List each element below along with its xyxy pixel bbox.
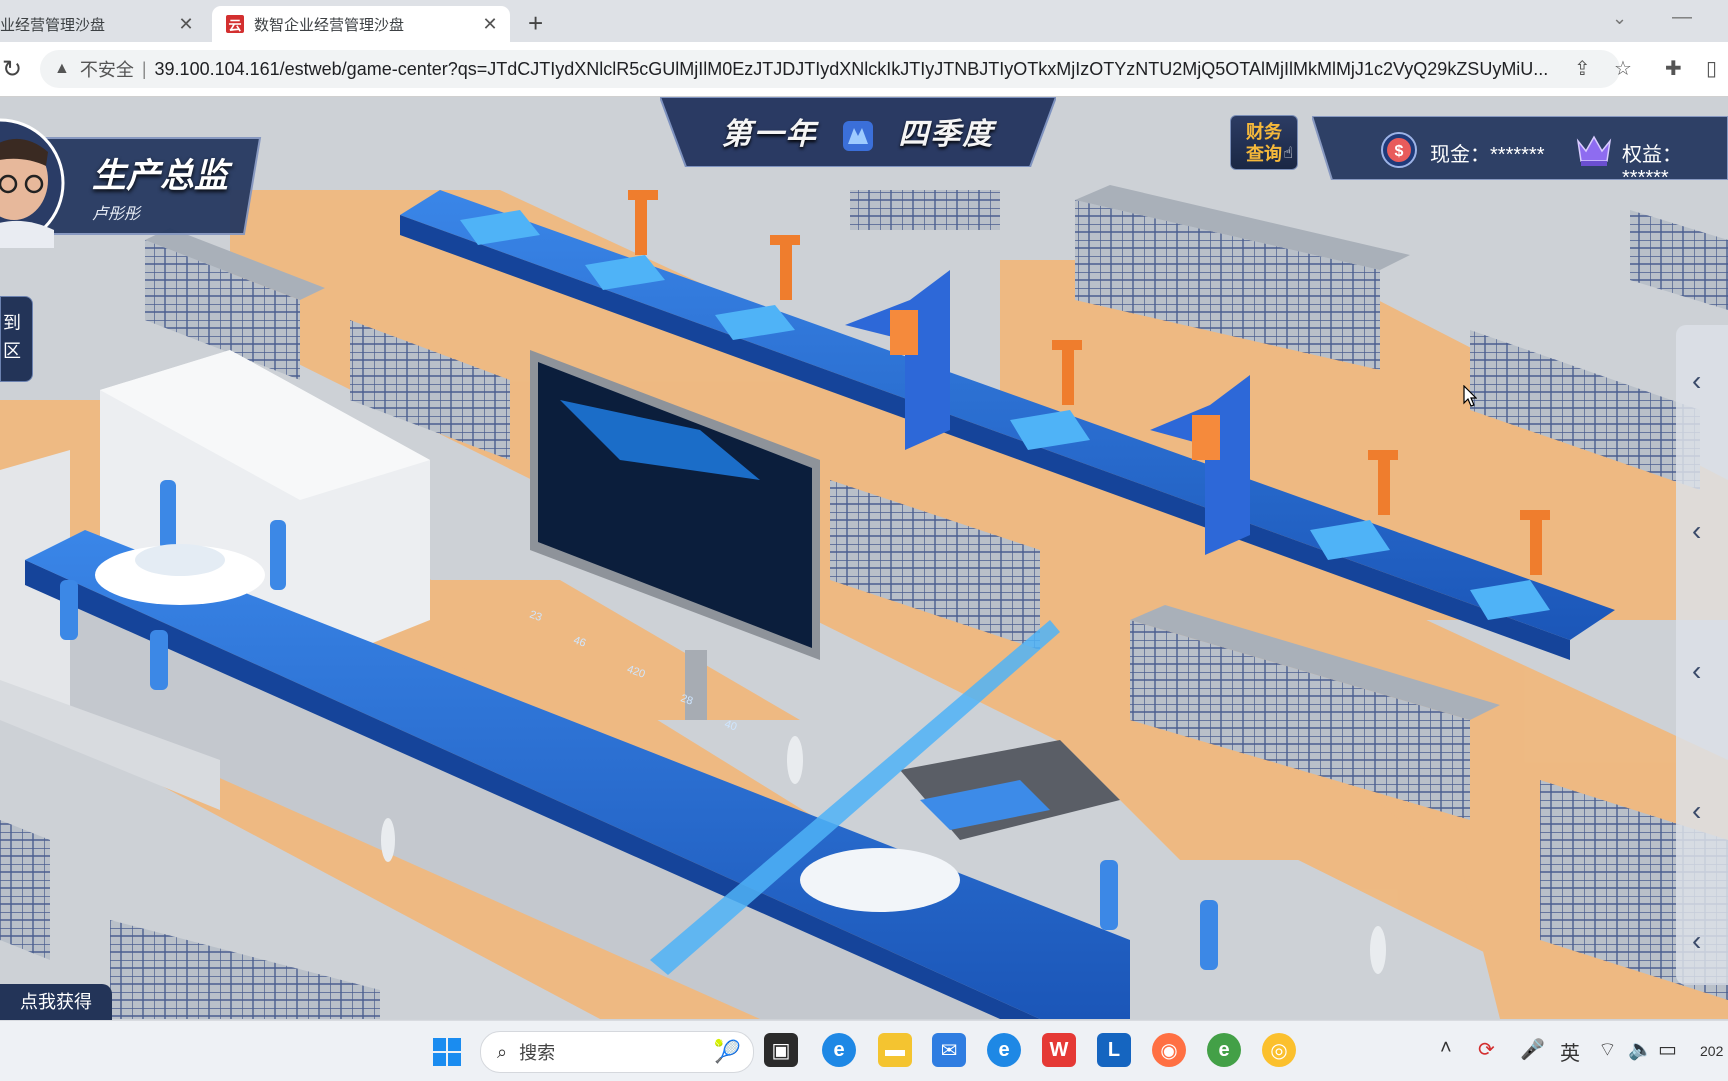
task-view-icon[interactable]: ▣ [764, 1033, 798, 1067]
tab-search-chevron-icon[interactable]: ⌄ [1612, 8, 1627, 29]
warning-icon[interactable]: ▲ [54, 60, 70, 78]
wps-office-icon[interactable]: W [1042, 1033, 1076, 1067]
edge-browser-icon[interactable]: e [822, 1033, 856, 1067]
finance-label-line1: 财务 [1246, 122, 1282, 142]
player-name: 卢彤彤 [92, 206, 141, 223]
avatar[interactable] [0, 118, 66, 248]
lenovo-app-icon[interactable]: L [1097, 1033, 1131, 1067]
chevron-left-icon[interactable]: ‹ [1692, 365, 1701, 397]
left-side-tab[interactable]: 到 区 [0, 296, 33, 382]
search-icon: ⌕ [497, 1041, 508, 1062]
role-title: 生产总监 [92, 157, 228, 195]
dragon-emblem-icon [843, 121, 873, 152]
address-separator: | [141, 58, 147, 79]
cash-value: 现金：******* [1430, 144, 1545, 166]
claim-reward-button[interactable]: 点我获得 [0, 984, 112, 1020]
billboard-number: 420 [625, 663, 647, 681]
finance-label-line2: 查询 [1246, 144, 1282, 164]
tab-close-icon[interactable]: ✕ [174, 14, 198, 35]
volume-icon[interactable]: 🔈 [1628, 1037, 1653, 1062]
chevron-left-icon[interactable]: ‹ [1692, 925, 1701, 957]
tab-favicon-icon: 云 [226, 15, 244, 33]
tennis-ball-icon: 🎾 [713, 1039, 741, 1064]
left-tab-line1: 到 [3, 313, 21, 333]
left-tab-line2: 区 [3, 341, 21, 361]
pointer-hand-icon: ☝ [1283, 145, 1293, 162]
finance-query-button[interactable]: 财务 查询 ☝ [1230, 115, 1298, 170]
windows-start-icon[interactable] [432, 1037, 462, 1067]
share-icon[interactable]: ⇪ [1574, 56, 1591, 81]
billboard-number: 23 [527, 608, 544, 624]
quarter-label: 四季度 [898, 118, 995, 151]
windows-taskbar: ⌕ 搜索 🎾 ▣ e ▬ ✉ e W L ◉ e ◎ ˄ ⟳ 🎤 英 ⌔ 🔈 ▭… [0, 1020, 1728, 1081]
firefox-icon[interactable]: ◉ [1152, 1033, 1186, 1067]
tab-close-icon[interactable]: ✕ [478, 14, 502, 35]
chevron-left-icon[interactable]: ‹ [1692, 655, 1701, 687]
crown-icon [1576, 135, 1612, 166]
chevron-left-icon[interactable]: ‹ [1692, 795, 1701, 827]
side-panel-icon[interactable]: ▯ [1706, 56, 1717, 81]
car-frame [800, 848, 960, 912]
ime-indicator[interactable]: 英 [1560, 1037, 1580, 1066]
equity-value: 权益：****** [1622, 144, 1682, 189]
right-side-panel[interactable]: ‹ ‹ ‹ ‹ ‹ [1676, 325, 1728, 985]
bookmark-star-icon[interactable]: ☆ [1614, 56, 1632, 81]
address-bar[interactable]: ▲ 不安全 | 39.100.104.161/estweb/game-cente… [40, 50, 1620, 88]
season-text-wrap: 第一年 四季度 [660, 97, 1056, 167]
new-tab-button[interactable]: + [528, 8, 543, 39]
browser-toolbar: ↻ ▲ 不安全 | 39.100.104.161/estweb/game-cen… [0, 42, 1728, 97]
clock[interactable]: 202 [1700, 1043, 1723, 1059]
tray-chevron-up-icon[interactable]: ˄ [1440, 1037, 1452, 1060]
window-minimize-icon[interactable]: — [1672, 6, 1692, 29]
chrome-icon[interactable]: ◎ [1262, 1033, 1296, 1067]
chevron-left-icon[interactable]: ‹ [1692, 515, 1701, 547]
season-text: 第一年 四季度 [660, 109, 1056, 154]
billboard-number: 46 [571, 634, 588, 650]
reload-icon[interactable]: ↻ [2, 55, 22, 84]
browser-tab-active[interactable]: 云 数智企业经营管理沙盘 ✕ [212, 6, 510, 42]
billboard-number: 28 [678, 692, 695, 708]
ie-browser-icon[interactable]: e [987, 1033, 1021, 1067]
svg-text:$: $ [1395, 143, 1404, 160]
url-text[interactable]: 39.100.104.161/estweb/game-center?qs=JTd… [155, 59, 1565, 80]
battery-icon[interactable]: ▭ [1658, 1037, 1677, 1062]
sync-icon[interactable]: ⟳ [1478, 1037, 1495, 1062]
mouse-cursor-icon [1463, 385, 1477, 407]
browser-tab-inactive[interactable]: 业经营管理沙盘 ✕ [0, 6, 206, 42]
tab-title: 业经营管理沙盘 [0, 16, 106, 34]
tab-title: 数智企业经营管理沙盘 [254, 16, 405, 34]
extensions-puzzle-icon[interactable]: ✚ [1665, 56, 1682, 81]
dollar-coin-icon: $ [1381, 132, 1417, 168]
taskbar-search[interactable]: ⌕ 搜索 🎾 [480, 1031, 754, 1073]
file-explorer-icon[interactable]: ▬ [878, 1033, 912, 1067]
search-placeholder: 搜索 [519, 1043, 556, 1063]
year-label: 第一年 [721, 118, 818, 151]
green-browser-icon[interactable]: e [1207, 1033, 1241, 1067]
mail-icon[interactable]: ✉ [932, 1033, 966, 1067]
billboard-number: 40 [722, 718, 739, 734]
security-label[interactable]: 不安全 [80, 56, 134, 82]
wifi-icon[interactable]: ⌔ [1598, 1037, 1617, 1062]
browser-tab-bar: 业经营管理沙盘 ✕ 云 数智企业经营管理沙盘 ✕ + ⌄ — [0, 0, 1728, 42]
microphone-icon[interactable]: 🎤 [1520, 1037, 1545, 1062]
